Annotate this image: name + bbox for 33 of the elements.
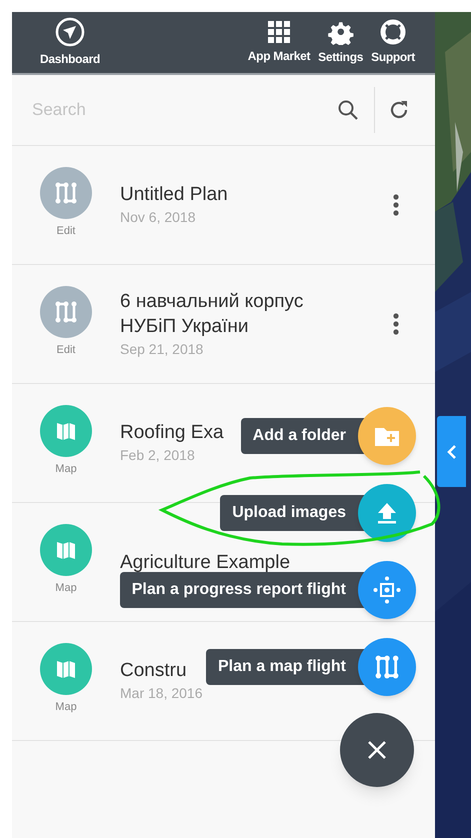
plan-title[interactable]: Agriculture Example (120, 550, 290, 574)
plan-type-label: Edit (56, 342, 76, 358)
more-options-icon[interactable] (393, 194, 399, 216)
plan-type-label: Map (55, 700, 77, 715)
settings-icon (328, 19, 354, 45)
close-icon (367, 740, 387, 760)
grid-icon (266, 20, 291, 44)
plan-date: Mar 18, 2016 (120, 684, 204, 703)
target-square-icon (373, 576, 401, 604)
more-options-icon[interactable] (393, 313, 399, 335)
plan-type-label: Map (55, 580, 77, 596)
folder-plus-icon (374, 425, 400, 447)
plan-type-label: Edit (56, 224, 76, 239)
route-icon (54, 180, 78, 205)
nav-button[interactable]: Support (371, 19, 415, 66)
plan-title[interactable]: Roofing Exa (120, 420, 224, 445)
lifebuoy-icon (380, 19, 406, 45)
plan-date: Nov 6, 2018 (120, 208, 196, 227)
nav-button[interactable]: App Market (248, 20, 310, 65)
plan-title[interactable]: 6 навчальний корпус НУБіП України (120, 288, 340, 338)
plan-date: Feb 2, 2018 (120, 446, 196, 465)
plan-type-label: Map (55, 462, 77, 477)
nav-button[interactable]: Settings (318, 19, 364, 66)
chevron-left-icon (446, 444, 456, 458)
route-icon (374, 654, 400, 680)
upload-icon (377, 502, 397, 524)
plan-title[interactable]: Constru (120, 658, 187, 683)
navigation-icon (54, 17, 85, 47)
search-icon[interactable] (336, 98, 360, 122)
plan-title[interactable]: Untitled Plan (120, 182, 228, 207)
nav-button[interactable]: Dashboard (32, 17, 100, 68)
route-icon (54, 300, 78, 324)
plan-date: Sep 21, 2018 (120, 340, 204, 359)
